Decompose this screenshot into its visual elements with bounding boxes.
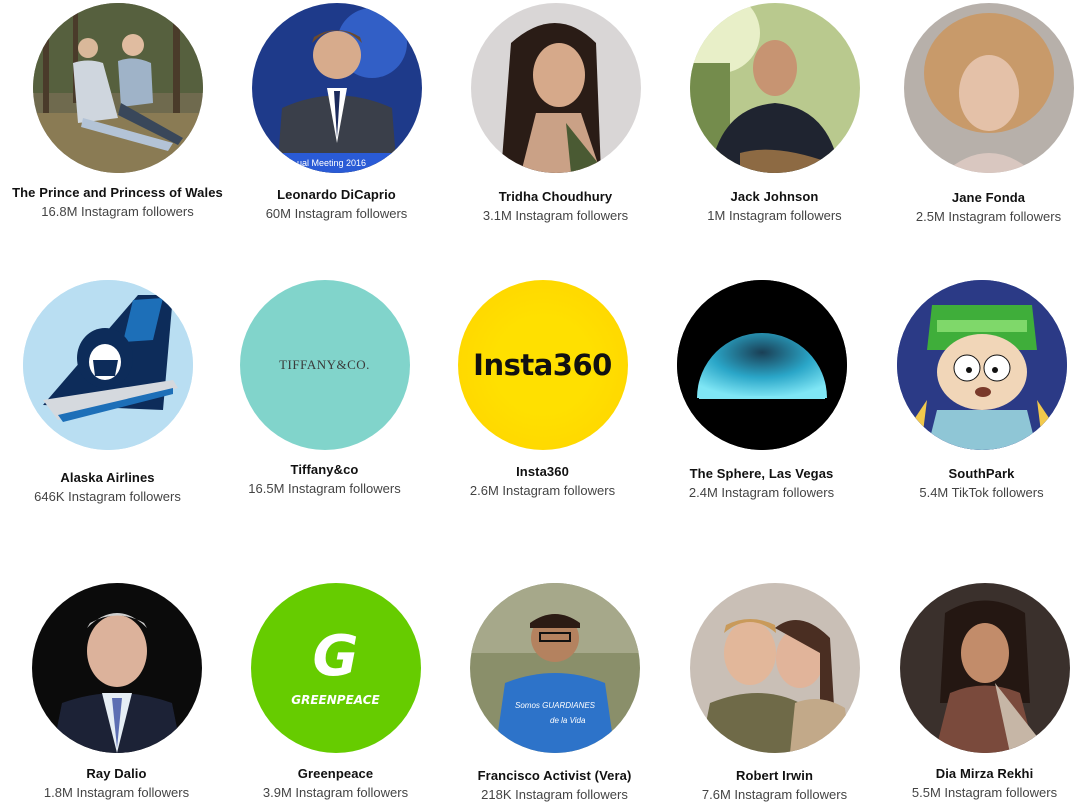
- profile-card-tridha-choudhury[interactable]: Tridha Choudhury 3.1M Instagram follower…: [448, 3, 663, 223]
- follower-count: 2.6M Instagram followers: [469, 483, 616, 498]
- profile-name: Francisco Activist (Vera): [477, 768, 632, 783]
- profile-card-sphere-las-vegas[interactable]: The Sphere, Las Vegas 2.4M Instagram fol…: [654, 280, 869, 500]
- profile-card-insta360[interactable]: Insta360 Insta360 2.6M Instagram followe…: [435, 280, 650, 498]
- profile-card-leonardo-dicaprio[interactable]: ual Meeting 2016 Leonardo DiCaprio 60M I…: [229, 3, 444, 221]
- greenpeace-g-icon: G: [312, 624, 359, 689]
- follower-count: 5.5M Instagram followers: [911, 785, 1058, 800]
- insta360-wordmark: Insta360: [473, 348, 612, 382]
- svg-text:de la Vida: de la Vida: [550, 716, 586, 725]
- profile-name: Alaska Airlines: [60, 470, 155, 485]
- follower-count: 2.4M Instagram followers: [688, 485, 835, 500]
- follower-count: 2.5M Instagram followers: [915, 209, 1062, 224]
- profile-card-ray-dalio[interactable]: Ray Dalio 1.8M Instagram followers: [9, 583, 224, 800]
- follower-count: 1M Instagram followers: [707, 208, 842, 223]
- profile-photo: [689, 583, 860, 753]
- profile-name: Tiffany&co: [290, 462, 359, 477]
- alaska-airlines-logo: [22, 280, 193, 450]
- follower-count: 3.9M Instagram followers: [262, 785, 409, 800]
- profile-card-francisco-vera[interactable]: Somos GUARDIANES de la Vida Francisco Ac…: [447, 583, 662, 802]
- profile-name: Leonardo DiCaprio: [277, 187, 396, 202]
- shirt-text: Somos GUARDIANES: [515, 701, 596, 710]
- profile-card-greenpeace[interactable]: G GREENPEACE Greenpeace 3.9M Instagram f…: [228, 583, 443, 800]
- profile-name: Jack Johnson: [730, 189, 819, 204]
- profile-name: SouthPark: [948, 466, 1015, 481]
- profile-photo: [689, 3, 860, 173]
- profile-name: Ray Dalio: [86, 766, 147, 781]
- profile-photo: [32, 3, 203, 173]
- follower-count: 3.1M Instagram followers: [482, 208, 629, 223]
- profile-photo: [903, 3, 1074, 173]
- follower-count: 16.8M Instagram followers: [41, 204, 194, 219]
- follower-count: 16.5M Instagram followers: [248, 481, 401, 496]
- follower-count: 5.4M TikTok followers: [919, 485, 1044, 500]
- profile-card-jane-fonda[interactable]: Jane Fonda 2.5M Instagram followers: [881, 3, 1075, 224]
- profile-card-alaska-airlines[interactable]: Alaska Airlines 646K Instagram followers: [0, 280, 215, 504]
- insta360-logo: Insta360: [457, 280, 628, 450]
- photo-caption: ual Meeting 2016: [297, 158, 366, 168]
- follower-count: 60M Instagram followers: [265, 206, 408, 221]
- profile-card-dia-mirza-rekhi[interactable]: Dia Mirza Rekhi 5.5M Instagram followers: [877, 583, 1075, 800]
- southpark-cartoon: [896, 280, 1067, 450]
- profile-photo: [470, 3, 641, 173]
- profile-name: Robert Irwin: [735, 768, 814, 783]
- profile-card-southpark[interactable]: SouthPark 5.4M TikTok followers: [874, 280, 1075, 500]
- greenpeace-wordmark: GREENPEACE: [291, 693, 380, 707]
- profile-card-robert-irwin[interactable]: Robert Irwin 7.6M Instagram followers: [667, 583, 882, 802]
- profile-name: The Prince and Princess of Wales: [12, 185, 223, 200]
- profile-name: Jane Fonda: [951, 190, 1026, 205]
- profile-card-prince-princess-wales[interactable]: The Prince and Princess of Wales 16.8M I…: [10, 3, 225, 219]
- profile-photo: [31, 583, 202, 753]
- profile-photo: [899, 583, 1070, 753]
- profile-name: Insta360: [516, 464, 569, 479]
- tiffany-logo: TIFFANY&CO.: [239, 280, 410, 450]
- profile-name: The Sphere, Las Vegas: [689, 466, 834, 481]
- profile-name: Greenpeace: [297, 766, 374, 781]
- profile-card-jack-johnson[interactable]: Jack Johnson 1M Instagram followers: [667, 3, 882, 223]
- follower-count: 7.6M Instagram followers: [701, 787, 848, 802]
- profile-name: Tridha Choudhury: [498, 189, 613, 204]
- follower-count: 646K Instagram followers: [34, 489, 181, 504]
- tiffany-wordmark: TIFFANY&CO.: [279, 357, 370, 372]
- greenpeace-logo: G GREENPEACE: [250, 583, 421, 753]
- profile-photo: Somos GUARDIANES de la Vida: [469, 583, 640, 753]
- sphere-logo: [676, 280, 847, 450]
- profile-photo: ual Meeting 2016: [251, 3, 422, 173]
- profile-name: Dia Mirza Rekhi: [935, 766, 1034, 781]
- profile-card-tiffany[interactable]: TIFFANY&CO. Tiffany&co 16.5M Instagram f…: [217, 280, 432, 496]
- follower-count: 1.8M Instagram followers: [43, 785, 190, 800]
- follower-count: 218K Instagram followers: [481, 787, 628, 802]
